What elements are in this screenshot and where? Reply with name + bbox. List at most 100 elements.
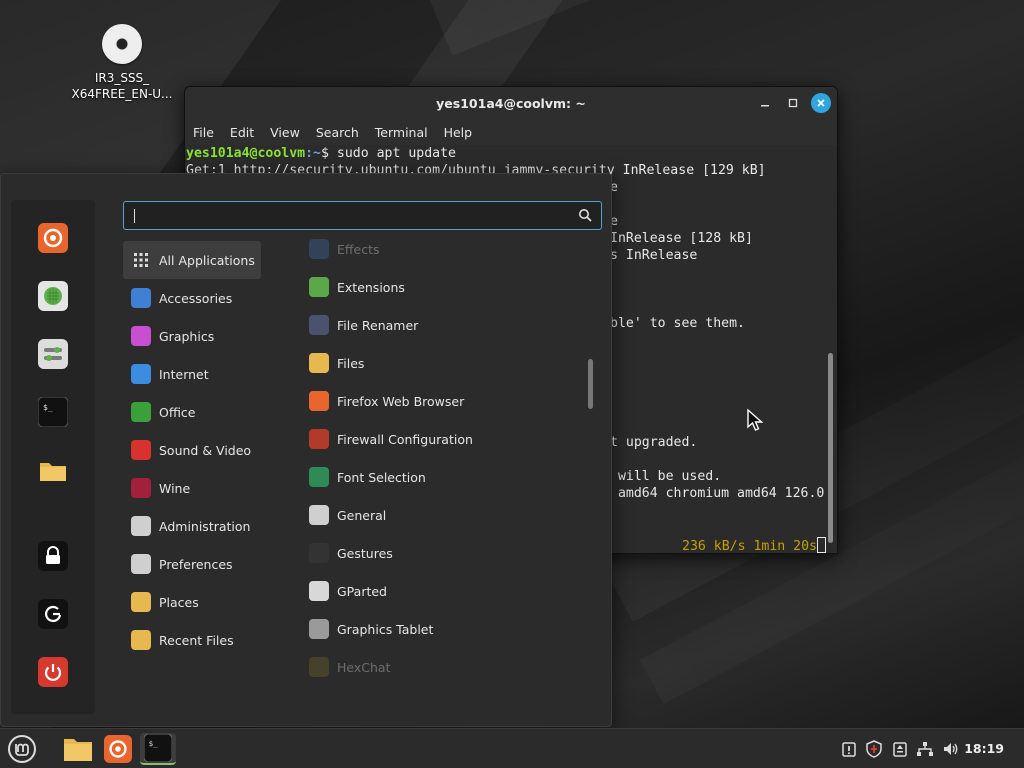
app-label: Effects xyxy=(337,241,380,257)
close-button[interactable] xyxy=(811,93,831,113)
wallpaper-stripe xyxy=(430,0,1024,56)
tray-shield[interactable] xyxy=(864,739,884,759)
app-graphics-tablet[interactable]: Graphics Tablet xyxy=(301,610,581,648)
category-label: Administration xyxy=(159,518,251,534)
category-label: Places xyxy=(159,594,199,610)
taskbar: $_ 18:19 xyxy=(0,728,1024,768)
menu-help[interactable]: Help xyxy=(444,125,473,140)
admin-icon xyxy=(131,516,151,536)
menu-search[interactable]: Search xyxy=(316,125,359,140)
file-renamer-icon xyxy=(309,315,329,335)
category-wine[interactable]: Wine xyxy=(123,469,293,507)
category-internet[interactable]: Internet xyxy=(123,355,293,393)
category-label: Preferences xyxy=(159,556,233,572)
terminal-titlebar[interactable]: yes101a4@coolvm: ~ xyxy=(185,87,837,119)
puzzle-icon xyxy=(309,277,329,297)
menu-file[interactable]: File xyxy=(193,125,214,140)
app-font-selection[interactable]: Font Selection xyxy=(301,458,581,496)
shutdown-button[interactable] xyxy=(37,656,69,688)
window-title: yes101a4@coolvm: ~ xyxy=(436,95,586,111)
desktop-icon-disc-image[interactable]: IR3_SSS_ X64FREE_EN-U... xyxy=(62,24,182,102)
tray-network[interactable] xyxy=(914,739,936,759)
terminal-icon: $_ xyxy=(38,397,68,427)
category-places[interactable]: Places xyxy=(123,583,293,621)
effects-icon xyxy=(309,239,329,259)
maximize-button[interactable] xyxy=(783,93,803,113)
app-label: General xyxy=(337,507,387,523)
font-icon xyxy=(309,467,329,487)
app-label: Extensions xyxy=(337,279,405,295)
category-label: Graphics xyxy=(159,328,215,344)
tray-clipboard[interactable] xyxy=(890,739,910,759)
logout-icon xyxy=(38,599,68,629)
app-hexchat[interactable]: HexChat xyxy=(301,648,581,686)
app-firefox-web-browser[interactable]: Firefox Web Browser xyxy=(301,382,581,420)
category-accessories[interactable]: Accessories xyxy=(123,279,293,317)
tray-volume[interactable] xyxy=(940,739,962,759)
desktop-icon-label-line2: X64FREE_EN-U... xyxy=(71,87,173,101)
taskbar-files[interactable] xyxy=(60,733,96,765)
menu-view[interactable]: View xyxy=(270,125,300,140)
clipboard-icon xyxy=(893,742,907,757)
search-input[interactable] xyxy=(124,202,601,229)
preferences-icon xyxy=(131,554,151,574)
lock-screen-button[interactable] xyxy=(37,540,69,572)
category-administration[interactable]: Administration xyxy=(123,507,293,545)
grid-icon xyxy=(131,250,151,270)
category-all-applications[interactable]: All Applications xyxy=(123,241,261,279)
app-gparted[interactable]: GParted xyxy=(301,572,581,610)
terminal-scrollbar[interactable] xyxy=(828,353,833,543)
menu-search-field[interactable] xyxy=(123,201,602,230)
tray-update-manager[interactable] xyxy=(840,739,858,759)
menu-edit[interactable]: Edit xyxy=(230,125,254,140)
app-general[interactable]: General xyxy=(301,496,581,534)
clock[interactable]: 18:19 xyxy=(964,741,1004,756)
app-file-renamer[interactable]: File Renamer xyxy=(301,306,581,344)
app-label: Files xyxy=(337,355,365,371)
svg-text:$_: $_ xyxy=(43,403,53,412)
category-recent-files[interactable]: Recent Files xyxy=(123,621,293,659)
terminal-icon: $_ xyxy=(144,734,172,762)
lock-icon xyxy=(38,541,68,571)
app-firewall-configuration[interactable]: Firewall Configuration xyxy=(301,420,581,458)
app-gestures[interactable]: Gestures xyxy=(301,534,581,572)
menu-terminal[interactable]: Terminal xyxy=(375,125,428,140)
category-label: Recent Files xyxy=(159,632,234,648)
category-graphics[interactable]: Graphics xyxy=(123,317,293,355)
category-label: Accessories xyxy=(159,290,233,306)
gparted-icon xyxy=(309,581,329,601)
favorite-terminal[interactable]: $_ xyxy=(37,396,69,428)
favorite-software-manager[interactable] xyxy=(37,280,69,312)
app-files[interactable]: Files xyxy=(301,344,581,382)
app-effects[interactable]: Effects xyxy=(301,230,581,268)
office-icon xyxy=(131,402,151,422)
category-list: All Applications Accessories Graphics Inter… xyxy=(123,241,293,659)
taskbar-terminal[interactable]: $_ xyxy=(140,733,176,765)
category-office[interactable]: Office xyxy=(123,393,293,431)
taskbar-firefox[interactable] xyxy=(100,733,136,765)
logout-button[interactable] xyxy=(37,598,69,630)
settings-icon xyxy=(38,339,68,369)
app-label: Firewall Configuration xyxy=(337,431,473,447)
category-preferences[interactable]: Preferences xyxy=(123,545,293,583)
category-sound-and-video[interactable]: Sound & Video xyxy=(123,431,293,469)
general-icon xyxy=(309,505,329,525)
app-label: File Renamer xyxy=(337,317,419,333)
wine-icon xyxy=(131,478,151,498)
close-icon xyxy=(817,99,825,107)
minimize-button[interactable] xyxy=(755,93,775,113)
text-caret xyxy=(134,209,135,223)
cloud-icon xyxy=(131,364,151,384)
favorite-firefox[interactable] xyxy=(37,222,69,254)
app-extensions[interactable]: Extensions xyxy=(301,268,581,306)
favorite-files[interactable] xyxy=(37,454,69,486)
mint-menu-button[interactable] xyxy=(4,733,40,765)
menu-scrollbar[interactable] xyxy=(588,359,593,409)
shutdown-icon xyxy=(38,657,68,687)
favorite-settings[interactable] xyxy=(37,338,69,370)
mint-menu-icon xyxy=(8,735,36,763)
category-label: Office xyxy=(159,404,196,420)
hand-pointer-icon xyxy=(309,543,329,563)
download-progress-text: 236 kB/s 1min 20s xyxy=(682,539,817,554)
volume-icon xyxy=(944,743,958,755)
